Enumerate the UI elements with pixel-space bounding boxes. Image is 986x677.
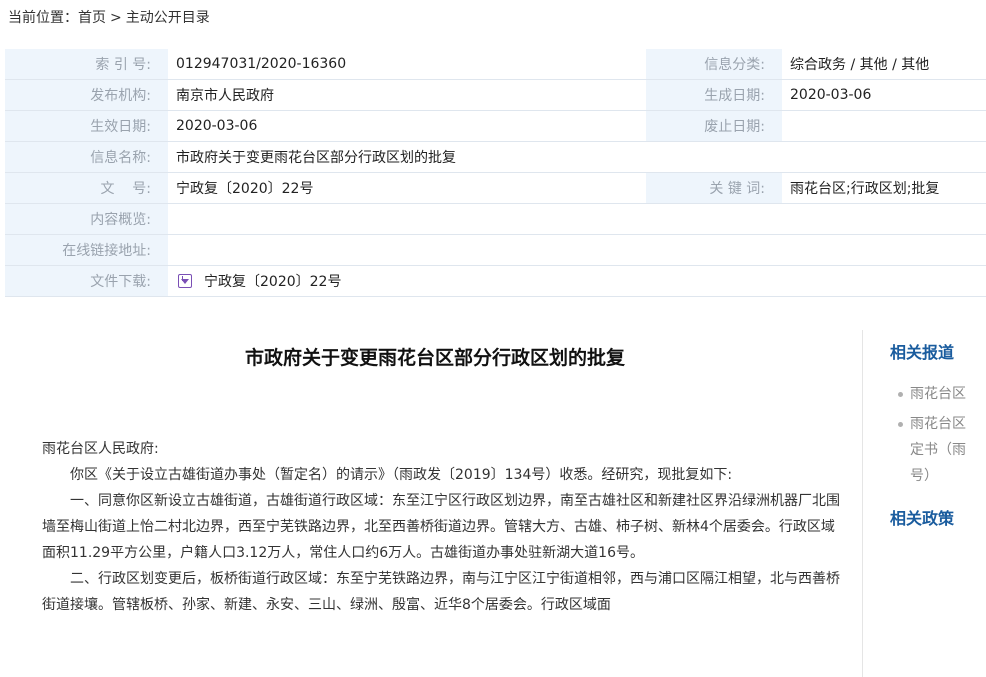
breadcrumb-current-link[interactable]: 主动公开目录 bbox=[126, 10, 210, 26]
document-title: 市政府关于变更雨花台区部分行政区划的批复 bbox=[244, 347, 625, 369]
category-value: 综合政务 / 其他 / 其他 bbox=[782, 49, 986, 80]
bullet-dot-icon bbox=[898, 422, 903, 427]
index-value: 012947031/2020-16360 bbox=[168, 49, 646, 80]
related-reports-heading: 相关报道 bbox=[890, 343, 955, 362]
related-report-item-label-cont[interactable]: 号） bbox=[910, 468, 938, 484]
article-paragraph-2: 一、同意你区新设立古雄街道，古雄街道行政区域：东至江宁区行政区划边界，南至古雄社… bbox=[42, 493, 840, 561]
related-report-item[interactable]: 雨花台区定书（雨号） bbox=[890, 411, 986, 489]
download-cell: 宁政复〔2020〕22号 bbox=[168, 265, 986, 297]
effective-date-label: 生效日期: bbox=[5, 110, 168, 142]
meta-row-publisher: 发布机构: 南京市人民政府 生成日期: 2020-03-06 bbox=[5, 79, 986, 111]
download-file-link[interactable]: 宁政复〔2020〕22号 bbox=[204, 274, 341, 290]
meta-row-docno: 文 号: 宁政复〔2020〕22号 关 键 词: 雨花台区;行政区划;批复 bbox=[5, 172, 986, 204]
meta-row-link: 在线链接地址: bbox=[5, 234, 986, 266]
meta-row-summary: 内容概览: bbox=[5, 203, 986, 235]
download-icon[interactable] bbox=[178, 274, 192, 288]
created-date-label: 生成日期: bbox=[646, 79, 782, 111]
created-date-value: 2020-03-06 bbox=[782, 79, 986, 111]
expire-date-label: 废止日期: bbox=[646, 110, 782, 142]
summary-value bbox=[168, 203, 986, 235]
article-addressee: 雨花台区人民政府: bbox=[42, 441, 159, 457]
info-name-value: 市政府关于变更雨花台区部分行政区划的批复 bbox=[168, 141, 986, 173]
bullet-dot-icon bbox=[898, 392, 903, 397]
related-report-item[interactable]: 雨花台区 bbox=[890, 381, 986, 407]
related-reports-list: 雨花台区 雨花台区定书（雨号） bbox=[890, 381, 986, 489]
docno-value: 宁政复〔2020〕22号 bbox=[168, 172, 646, 204]
category-label: 信息分类: bbox=[646, 49, 782, 80]
publisher-label: 发布机构: bbox=[5, 79, 168, 111]
meta-row-download: 文件下载: 宁政复〔2020〕22号 bbox=[5, 265, 986, 297]
related-policies-heading: 相关政策 bbox=[890, 509, 955, 528]
docno-label: 文 号: bbox=[5, 172, 168, 204]
online-link-value bbox=[168, 234, 986, 266]
related-report-item-label[interactable]: 雨花台区 bbox=[910, 386, 966, 402]
meta-row-effective: 生效日期: 2020-03-06 废止日期: bbox=[5, 110, 986, 142]
keywords-value: 雨花台区;行政区划;批复 bbox=[782, 172, 986, 204]
breadcrumb-prefix: 当前位置： bbox=[8, 10, 78, 26]
publisher-value: 南京市人民政府 bbox=[168, 79, 646, 111]
effective-date-value: 2020-03-06 bbox=[168, 110, 646, 142]
keywords-label: 关 键 词: bbox=[646, 172, 782, 204]
meta-row-name: 信息名称: 市政府关于变更雨花台区部分行政区划的批复 bbox=[5, 141, 986, 173]
metadata-table: 索 引 号: 012947031/2020-16360 信息分类: 综合政务 /… bbox=[5, 49, 986, 297]
expire-date-value bbox=[782, 110, 986, 142]
download-label: 文件下载: bbox=[5, 265, 168, 297]
online-link-label: 在线链接地址: bbox=[5, 234, 168, 266]
article-paragraph-3: 二、行政区划变更后，板桥街道行政区域：东至宁芜铁路边界，南与江宁区江宁街道相邻，… bbox=[42, 571, 840, 613]
summary-label: 内容概览: bbox=[5, 203, 168, 235]
related-report-item-label[interactable]: 雨花台区 bbox=[910, 416, 966, 432]
article-body: 雨花台区人民政府: 你区《关于设立古雄街道办事处（暂定名）的请示》（雨政发〔20… bbox=[42, 436, 842, 618]
content-divider bbox=[862, 330, 863, 677]
info-name-label: 信息名称: bbox=[5, 141, 168, 173]
sidebar: 相关报道 雨花台区 雨花台区定书（雨号） 相关政策 bbox=[890, 339, 986, 529]
breadcrumb: 当前位置：首页 > 主动公开目录 bbox=[8, 7, 210, 27]
related-report-item-label-cont[interactable]: 定书（雨 bbox=[910, 442, 966, 458]
breadcrumb-home-link[interactable]: 首页 bbox=[78, 10, 106, 26]
breadcrumb-separator: > bbox=[110, 10, 122, 26]
meta-row-index: 索 引 号: 012947031/2020-16360 信息分类: 综合政务 /… bbox=[5, 49, 986, 80]
article-paragraph-1: 你区《关于设立古雄街道办事处（暂定名）的请示》（雨政发〔2019〕134号）收悉… bbox=[70, 467, 733, 483]
index-label: 索 引 号: bbox=[5, 49, 168, 80]
